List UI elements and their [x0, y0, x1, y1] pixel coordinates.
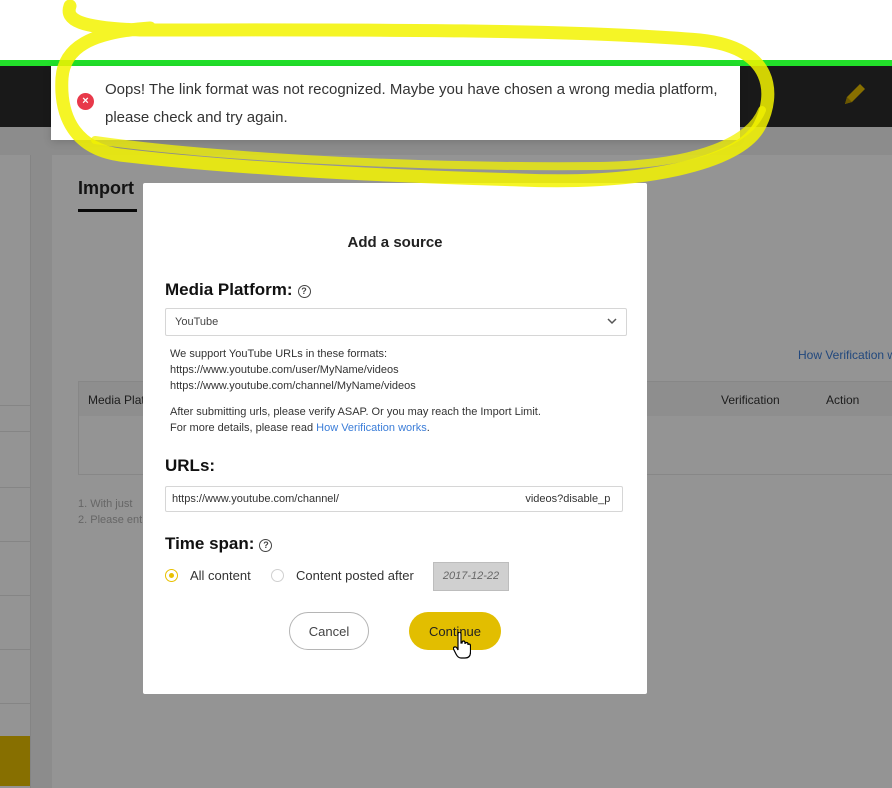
formats-intro: We support YouTube URLs in these formats…: [170, 348, 388, 360]
details-prefix: For more details, please read: [170, 422, 317, 434]
media-platform-select[interactable]: YouTube: [165, 308, 627, 336]
radio-content-after[interactable]: [271, 569, 284, 582]
details-note: For more details, please read How Verifi…: [170, 420, 430, 436]
select-value: YouTube: [175, 316, 219, 328]
chevron-down-icon: [607, 318, 617, 325]
error-circle-icon: ×: [77, 93, 94, 110]
urls-label: URLs:: [165, 456, 216, 475]
hand-cursor-icon: [453, 632, 471, 659]
media-platform-label-text: Media Platform:: [165, 280, 293, 299]
radio-label-all-content: All content: [190, 568, 251, 583]
add-source-dialog: Add a source Media Platform:? YouTube We…: [143, 183, 647, 694]
media-platform-label: Media Platform:?: [165, 280, 311, 300]
error-toast: × Oops! The link format was not recogniz…: [51, 66, 740, 140]
format-example: https://www.youtube.com/channel/MyName/v…: [170, 380, 416, 392]
how-verification-works-link[interactable]: How Verification works: [316, 422, 427, 434]
url-input[interactable]: [165, 486, 623, 512]
format-example: https://www.youtube.com/user/MyName/vide…: [170, 364, 399, 376]
radio-all-content[interactable]: [165, 569, 178, 582]
cancel-button[interactable]: Cancel: [289, 612, 369, 650]
toast-message: Oops! The link format was not recognized…: [105, 81, 718, 126]
time-span-label: Time span:?: [165, 534, 273, 554]
time-span-label-text: Time span:: [165, 534, 255, 553]
time-span-options: All content Content posted after 2017-12…: [165, 562, 625, 591]
verify-note: After submitting urls, please verify ASA…: [170, 406, 541, 418]
help-icon[interactable]: ?: [297, 285, 311, 298]
dialog-title: Add a source: [347, 234, 443, 251]
help-icon[interactable]: ?: [259, 539, 273, 552]
radio-label-content-after: Content posted after: [296, 568, 414, 583]
date-picker[interactable]: 2017-12-22: [433, 562, 509, 591]
details-suffix: .: [426, 422, 430, 434]
